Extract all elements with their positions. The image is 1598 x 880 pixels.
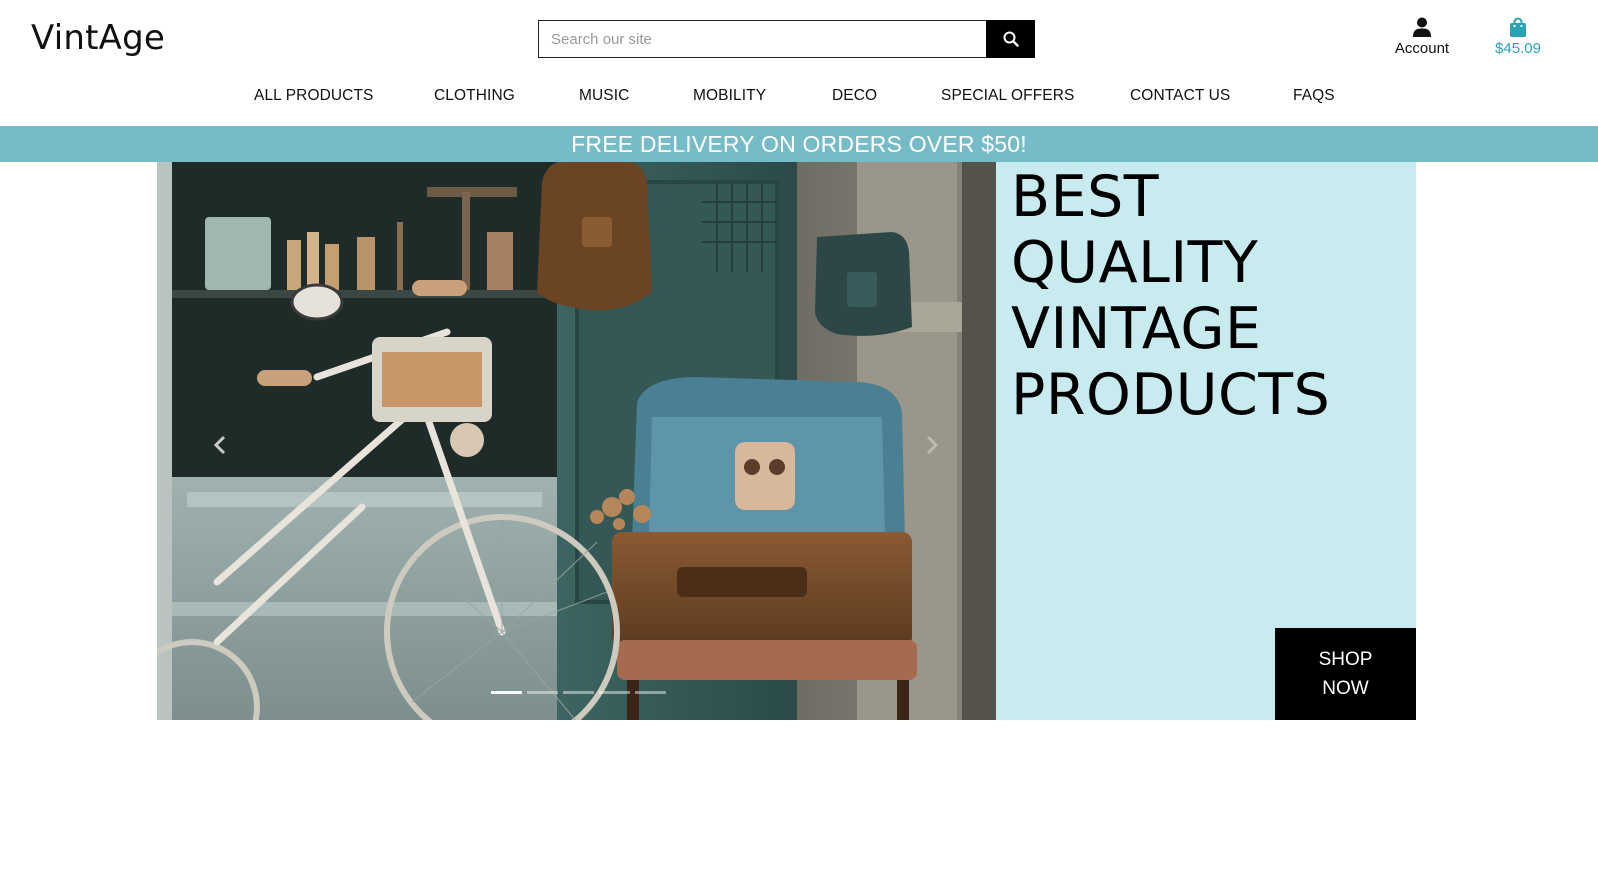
- carousel-next-button[interactable]: [917, 430, 947, 460]
- nav-item-music[interactable]: MUSIC: [579, 87, 629, 105]
- chevron-right-icon: [926, 435, 939, 455]
- promo-banner: FREE DELIVERY ON ORDERS OVER $50!: [0, 126, 1598, 162]
- cart-total: $45.09: [1495, 40, 1541, 57]
- carousel-dot[interactable]: [563, 691, 594, 694]
- search-form: [538, 20, 1035, 58]
- carousel-dot[interactable]: [635, 691, 666, 694]
- hero-carousel: [157, 162, 996, 720]
- nav-item-all-products[interactable]: ALL PRODUCTS: [254, 87, 374, 105]
- carousel-prev-button[interactable]: [205, 430, 235, 460]
- cart-link[interactable]: $45.09: [1488, 17, 1548, 57]
- search-input[interactable]: [538, 20, 986, 58]
- hero-title: BEST QUALITY VINTAGE PRODUCTS: [1011, 164, 1331, 428]
- nav-item-special-offers[interactable]: SPECIAL OFFERS: [941, 87, 1074, 105]
- nav-item-contact-us[interactable]: CONTACT US: [1130, 87, 1230, 105]
- user-icon: [1413, 17, 1431, 37]
- carousel-dot[interactable]: [599, 691, 630, 694]
- site-logo[interactable]: VintAge: [31, 18, 165, 58]
- hero-panel: BEST QUALITY VINTAGE PRODUCTS SHOP NOW: [996, 162, 1416, 720]
- chevron-left-icon: [213, 435, 226, 455]
- carousel-dot[interactable]: [491, 691, 522, 694]
- carousel-indicators: [491, 691, 666, 694]
- nav-item-faqs[interactable]: FAQS: [1293, 87, 1335, 105]
- hero-image: [157, 162, 996, 720]
- nav-item-clothing[interactable]: CLOTHING: [434, 87, 515, 105]
- search-button[interactable]: [986, 20, 1035, 58]
- promo-text: FREE DELIVERY ON ORDERS OVER $50!: [571, 131, 1027, 157]
- shop-now-button[interactable]: SHOP NOW: [1275, 628, 1416, 720]
- account-label: Account: [1394, 40, 1450, 57]
- nav-item-deco[interactable]: DECO: [832, 87, 877, 105]
- search-icon: [1003, 31, 1019, 47]
- nav-item-mobility[interactable]: MOBILITY: [693, 87, 766, 105]
- carousel-dot[interactable]: [527, 691, 558, 694]
- main-nav: ALL PRODUCTS CLOTHING MUSIC MOBILITY DEC…: [0, 87, 1598, 109]
- shopping-bag-icon: [1510, 17, 1526, 37]
- account-link[interactable]: Account: [1392, 17, 1452, 57]
